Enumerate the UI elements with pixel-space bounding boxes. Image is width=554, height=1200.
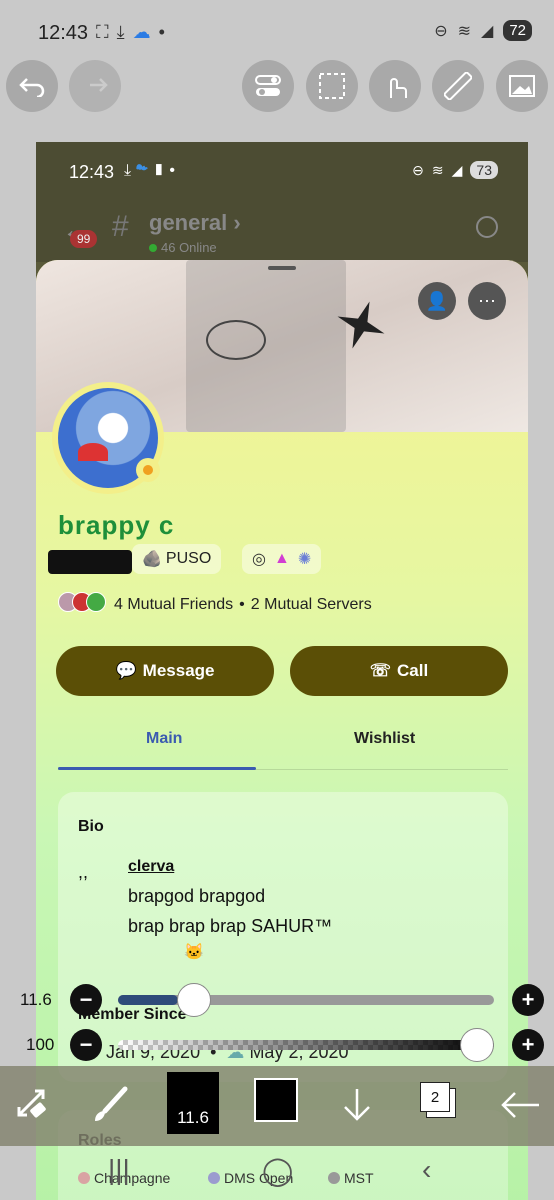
size-knob[interactable]	[176, 983, 211, 1017]
download-icon: ⤓	[116, 22, 125, 42]
mutual-avatars	[58, 592, 106, 617]
call-button[interactable]: ☏ Call	[290, 646, 508, 696]
system-nav-bar: ||| ◯ ‹	[0, 1146, 554, 1200]
redo-icon	[90, 78, 108, 92]
touch-icon	[390, 78, 407, 98]
sheet-handle[interactable]	[268, 266, 296, 270]
toggle-icon	[255, 75, 281, 96]
arrow-down-icon	[344, 1089, 370, 1121]
signal-icon: ◢	[451, 161, 463, 178]
ruler-icon	[444, 72, 472, 100]
hypesquad-badge-icon[interactable]: ▲	[274, 550, 290, 568]
size-fill	[118, 995, 179, 1005]
undo-icon	[19, 78, 45, 97]
back-nav-icon[interactable]: ‹	[422, 1154, 431, 1186]
chat-bubble-icon: 💬	[115, 661, 137, 680]
tab-main[interactable]: Main	[146, 730, 182, 748]
wifi-icon: ≋	[431, 161, 444, 178]
device-status-bar: 12:43 ⛶ ⤓ ☁ • ⊖ ≋ ◢ 72	[0, 0, 554, 62]
size-decrease-button[interactable]: −	[70, 984, 102, 1016]
inner-indicators: ⊖ ≋ ◢ 73	[412, 161, 498, 179]
size-increase-button[interactable]: +	[512, 984, 544, 1016]
brush-size-slider: 11.6 − +	[0, 980, 554, 1020]
search-icon[interactable]	[476, 216, 498, 238]
status-indicator	[136, 458, 160, 482]
opacity-value: 100	[26, 1035, 55, 1054]
profile-tabs: Main Wishlist	[58, 720, 508, 770]
opacity-increase-button[interactable]: +	[512, 1029, 544, 1061]
bio-label: Bio	[78, 818, 104, 835]
active-tab-indicator	[58, 767, 256, 770]
bio-line: brapgod brapgod	[128, 886, 266, 906]
clan-tag[interactable]: 🪨 PUSO	[132, 544, 222, 574]
profile-badges: ◎ ▲ ✺	[242, 544, 322, 574]
system-indicators: ⊖ ≋ ◢ 72	[434, 20, 532, 41]
more-options-icon[interactable]: ⋯	[468, 282, 506, 320]
transform-tool-button[interactable]	[6, 1078, 60, 1132]
drawing-toolbar: 11.6 2	[0, 1066, 554, 1146]
color-picker-button[interactable]	[254, 1078, 298, 1122]
message-button[interactable]: 💬 Message	[56, 646, 274, 696]
size-track[interactable]	[118, 983, 494, 1017]
tab-wishlist[interactable]: Wishlist	[354, 730, 415, 748]
opacity-decrease-button[interactable]: −	[70, 1029, 102, 1061]
inner-clock: 12:43	[69, 162, 115, 182]
redo-button[interactable]	[69, 60, 121, 112]
home-icon[interactable]: ◯	[262, 1154, 293, 1187]
display-name: brappy c	[58, 510, 175, 540]
opacity-track[interactable]	[118, 1028, 494, 1062]
arrow-left-icon	[501, 1092, 539, 1118]
unread-badge: 99	[70, 230, 98, 248]
nitro-badge-icon[interactable]: ◎	[252, 549, 266, 569]
undo-button[interactable]	[6, 60, 58, 112]
image-button[interactable]	[496, 60, 548, 112]
layer-count: 2	[420, 1082, 450, 1112]
save-down-button[interactable]	[330, 1078, 384, 1132]
brush-tool-button[interactable]	[84, 1078, 138, 1132]
transform-icon	[17, 1089, 46, 1118]
clock: 12:43	[38, 22, 89, 44]
clan-badge-icon: 🪨	[142, 551, 162, 568]
brush-icon	[95, 1086, 128, 1121]
screenshot-icon: ⛶	[96, 22, 109, 42]
toggle-button[interactable]	[242, 60, 294, 112]
notification-icons: ⛶ ⤓ ☁ •	[96, 22, 165, 43]
online-count: 46 Online	[149, 240, 217, 255]
ruler-button[interactable]	[432, 60, 484, 112]
bio-line: brap brap brap SAHUR™	[128, 916, 333, 936]
redacted-username	[48, 550, 132, 574]
layers-button[interactable]: 2	[420, 1080, 456, 1120]
mutuals-row[interactable]: 4 Mutual Friends • 2 Mutual Servers	[58, 592, 372, 617]
battery-indicator: 72	[503, 20, 532, 41]
phone-icon: ☏	[369, 661, 392, 680]
hash-icon: #	[112, 210, 129, 243]
inner-notification-icons: ⤓ ☁ ▮ •	[124, 162, 176, 179]
cloud-icon: ☁	[132, 22, 151, 42]
signal-icon: ◢	[481, 22, 494, 40]
channel-name[interactable]: general ›	[149, 210, 241, 236]
opacity-knob[interactable]	[460, 1028, 494, 1062]
dnd-icon: ⊖	[434, 22, 448, 40]
dnd-icon: ⊖	[412, 161, 424, 178]
inner-status-bar: 12:43 ⤓ ☁ ▮ • ⊖ ≋ ◢ 73	[36, 142, 528, 202]
back-button[interactable]	[494, 1078, 548, 1132]
cat-emoji-icon: 🐱	[184, 944, 204, 961]
gesture-button[interactable]	[369, 60, 421, 112]
selection-icon	[319, 73, 345, 99]
brush-size-value: 11.6	[20, 990, 52, 1009]
bio-link[interactable]: clerva	[128, 858, 174, 876]
channel-header: ← 99 # general › 46 Online	[36, 202, 528, 262]
dot-icon: •	[158, 22, 165, 42]
boost-badge-icon[interactable]: ✺	[298, 549, 311, 569]
opacity-slider: 100 − +	[0, 1025, 554, 1065]
friend-status-icon[interactable]: 👤	[418, 282, 456, 320]
selection-button[interactable]	[306, 60, 358, 112]
recent-apps-icon[interactable]: |||	[108, 1154, 130, 1186]
brush-size-preview[interactable]: 11.6	[167, 1072, 219, 1134]
bio-quote: ,,	[78, 862, 89, 882]
wifi-icon: ≋	[457, 22, 471, 40]
inner-battery: 73	[470, 161, 498, 179]
image-icon	[509, 75, 535, 97]
